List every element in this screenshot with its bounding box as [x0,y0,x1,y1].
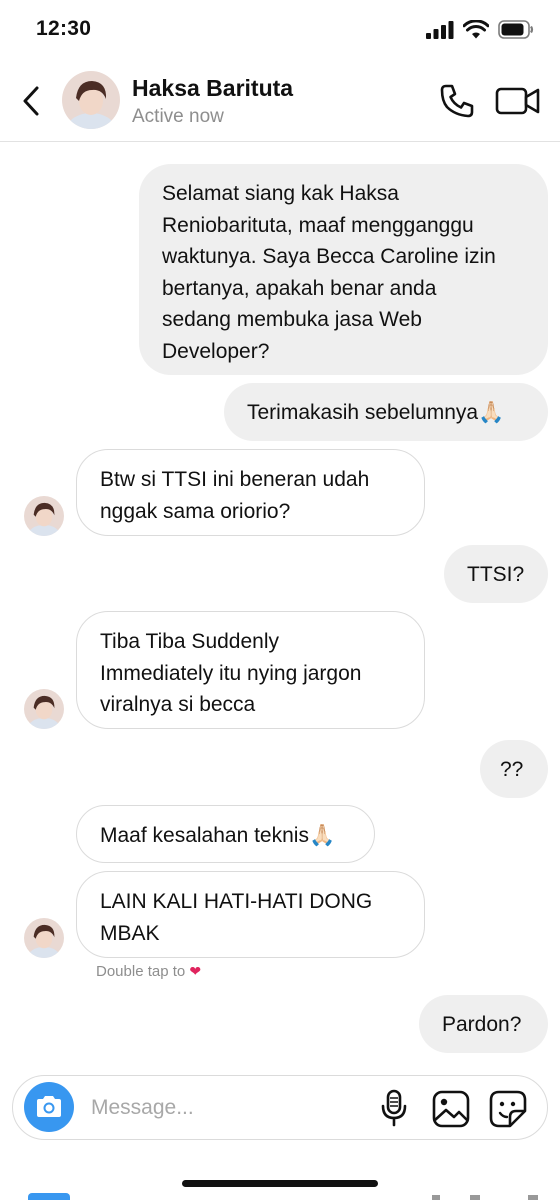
gallery-button[interactable] [431,1089,471,1129]
voice-message-button[interactable] [378,1089,410,1127]
video-call-button[interactable] [495,84,541,118]
microphone-icon [381,1089,407,1127]
back-button[interactable] [18,84,48,118]
contact-avatar-small[interactable] [24,496,64,536]
status-bar: 12:30 [0,0,560,60]
message-incoming[interactable]: LAIN KALI HATI-HATI DONG MBAK [76,871,425,958]
message-outgoing[interactable]: TTSI? [444,545,548,603]
contact-avatar[interactable] [62,71,120,129]
contact-avatar-small[interactable] [24,918,64,958]
keyboard-peek-right [432,1195,538,1200]
cellular-signal-icon [426,20,454,39]
message-incoming[interactable]: Maaf kesalahan teknis🙏🏻 [76,805,375,863]
sticker-button[interactable] [488,1089,528,1129]
contact-avatar-small[interactable] [24,689,64,729]
sticker-icon [489,1090,527,1128]
audio-call-button[interactable] [438,82,476,120]
message-outgoing[interactable]: Selamat siang kak Haksa Reniobarituta, m… [139,164,548,375]
message-composer [12,1075,548,1140]
double-tap-hint-text: Double tap to [96,963,186,980]
conversation-header: Haksa Barituta Active now [0,60,560,142]
status-time: 12:30 [36,17,92,40]
message-outgoing[interactable]: ?? [480,740,548,798]
active-status: Active now [132,106,224,127]
video-camera-icon [495,87,540,115]
message-outgoing[interactable]: Terimakasih sebelumnya🙏🏻 [224,383,548,441]
heart-icon: ❤ [189,963,202,979]
message-input[interactable] [91,1088,361,1128]
home-indicator [182,1180,378,1187]
chevron-left-icon [23,86,39,116]
battery-icon [498,20,534,39]
message-incoming[interactable]: Tiba Tiba Suddenly Immediately itu nying… [76,611,425,729]
message-outgoing[interactable]: Pardon? [419,995,548,1053]
wifi-icon [463,20,489,39]
message-incoming[interactable]: Btw si TTSI ini beneran udah nggak sama … [76,449,425,536]
image-icon [432,1090,470,1128]
status-icons [426,20,534,39]
camera-button[interactable] [24,1082,74,1132]
camera-icon [37,1096,61,1117]
double-tap-hint: Double tap to ❤ [96,963,201,980]
phone-icon [440,84,474,118]
keyboard-peek-left [28,1193,70,1200]
contact-name[interactable]: Haksa Barituta [132,75,293,102]
